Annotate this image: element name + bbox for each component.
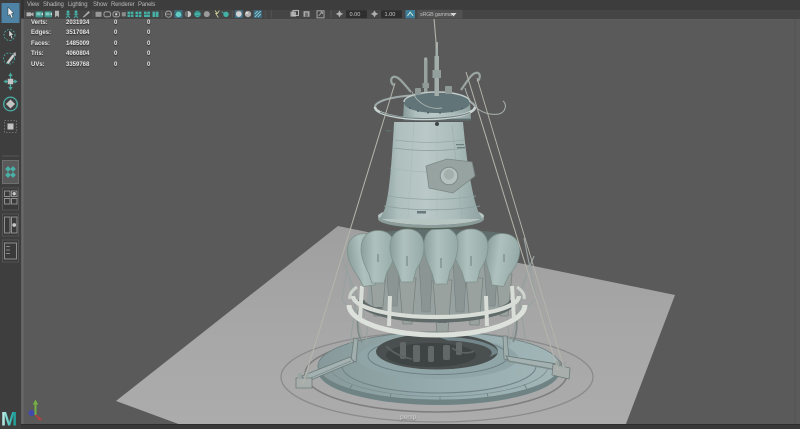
svg-text:0.00: 0.00 — [350, 12, 361, 18]
svg-text:sRGB gamma: sRGB gamma — [420, 12, 452, 18]
svg-text:1.00: 1.00 — [385, 12, 396, 18]
svg-text:M: M — [1, 409, 17, 429]
